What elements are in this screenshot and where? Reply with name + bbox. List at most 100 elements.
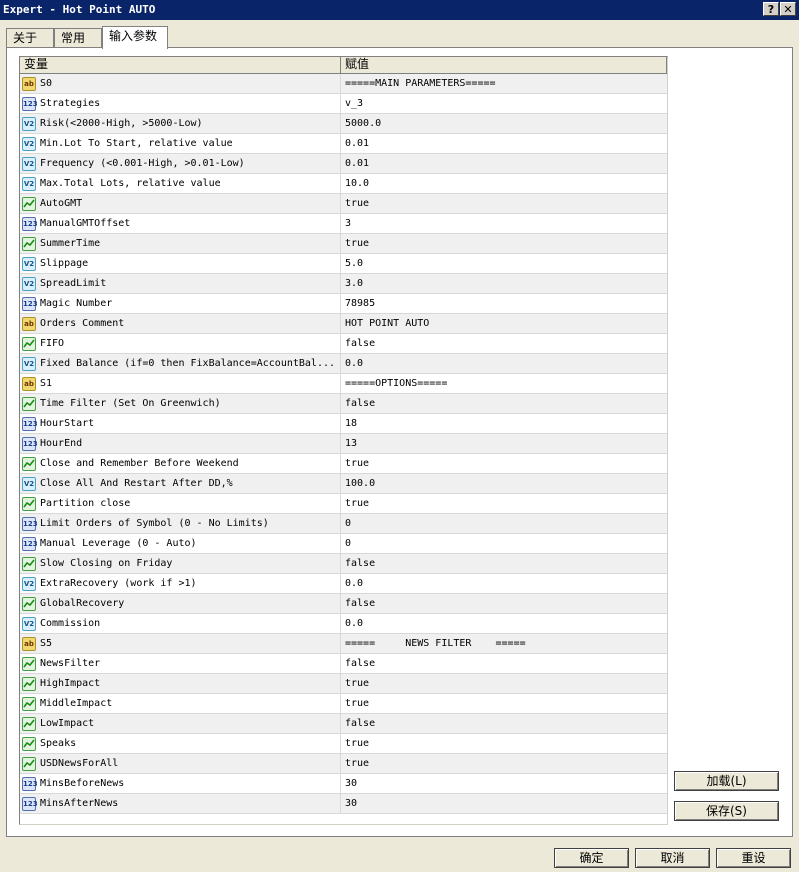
param-value[interactable]: 0.0 <box>341 574 667 593</box>
load-button[interactable]: 加载(L) <box>674 771 779 791</box>
param-row[interactable]: MiddleImpact true <box>20 694 667 714</box>
string-type-icon: ab <box>22 636 36 651</box>
param-row[interactable]: HighImpact true <box>20 674 667 694</box>
param-row[interactable]: ab S1 =====OPTIONS===== <box>20 374 667 394</box>
param-row[interactable]: USDNewsForAll true <box>20 754 667 774</box>
param-row[interactable]: V2 SpreadLimit 3.0 <box>20 274 667 294</box>
header-variable[interactable]: 变量 <box>20 57 341 73</box>
param-row[interactable]: V2 Slippage 5.0 <box>20 254 667 274</box>
param-row[interactable]: V2 Commission 0.0 <box>20 614 667 634</box>
param-value[interactable]: true <box>341 674 667 693</box>
param-name-cell: V2 Max.Total Lots, relative value <box>20 174 341 193</box>
param-value[interactable]: false <box>341 654 667 673</box>
param-name: Commission <box>40 618 101 629</box>
param-value[interactable]: 100.0 <box>341 474 667 493</box>
ok-button[interactable]: 确定 <box>554 848 629 868</box>
param-value[interactable]: false <box>341 334 667 353</box>
param-row[interactable]: 123 Manual Leverage (0 - Auto) 0 <box>20 534 667 554</box>
param-value[interactable]: 0.01 <box>341 134 667 153</box>
param-row[interactable]: ab Orders Comment HOT POINT AUTO <box>20 314 667 334</box>
param-name: HighImpact <box>40 678 101 689</box>
param-row[interactable]: 123 Limit Orders of Symbol (0 - No Limits… <box>20 514 667 534</box>
param-row[interactable]: 123 HourEnd 13 <box>20 434 667 454</box>
param-value[interactable]: 0.01 <box>341 154 667 173</box>
param-value[interactable]: =====OPTIONS===== <box>341 374 667 393</box>
header-value[interactable]: 赋值 <box>341 57 667 73</box>
param-value[interactable]: false <box>341 394 667 413</box>
param-value[interactable]: 10.0 <box>341 174 667 193</box>
param-value[interactable]: v_3 <box>341 94 667 113</box>
param-row[interactable]: Speaks true <box>20 734 667 754</box>
param-row[interactable]: 123 MinsBeforeNews 30 <box>20 774 667 794</box>
param-value[interactable]: ===== NEWS FILTER ===== <box>341 634 667 653</box>
param-name: HourStart <box>40 418 95 429</box>
param-value[interactable]: 30 <box>341 774 667 793</box>
param-row[interactable]: SummerTime true <box>20 234 667 254</box>
param-value[interactable]: 78985 <box>341 294 667 313</box>
param-value[interactable]: true <box>341 494 667 513</box>
param-row[interactable]: Partition close true <box>20 494 667 514</box>
param-value[interactable]: 30 <box>341 794 667 813</box>
cancel-button[interactable]: 取消 <box>635 848 710 868</box>
param-row[interactable]: V2 Min.Lot To Start, relative value 0.01 <box>20 134 667 154</box>
param-value[interactable]: =====MAIN PARAMETERS===== <box>341 74 667 93</box>
help-button[interactable]: ? <box>763 2 779 16</box>
param-value[interactable]: true <box>341 234 667 253</box>
param-name: MinsBeforeNews <box>40 778 125 789</box>
param-row[interactable]: GlobalRecovery false <box>20 594 667 614</box>
param-row[interactable]: V2 Close All And Restart After DD,% 100.0 <box>20 474 667 494</box>
parameters-grid[interactable]: 变量 赋值 ab S0 =====MAIN PARAMETERS===== 123 St… <box>19 56 668 825</box>
param-value[interactable]: false <box>341 714 667 733</box>
param-row[interactable]: 123 Magic Number 78985 <box>20 294 667 314</box>
param-row[interactable]: 123 HourStart 18 <box>20 414 667 434</box>
param-row[interactable]: 123 Strategies v_3 <box>20 94 667 114</box>
tab-inputs[interactable]: 输入参数 <box>102 26 168 49</box>
param-value[interactable]: 0 <box>341 534 667 553</box>
param-value[interactable]: 0.0 <box>341 354 667 373</box>
save-button[interactable]: 保存(S) <box>674 801 779 821</box>
param-row[interactable]: V2 Fixed Balance (if=0 then FixBalance=Ac… <box>20 354 667 374</box>
tab-about[interactable]: 关于 <box>6 28 54 48</box>
param-name-cell: Speaks <box>20 734 341 753</box>
param-row[interactable]: AutoGMT true <box>20 194 667 214</box>
param-row[interactable]: LowImpact false <box>20 714 667 734</box>
param-value[interactable]: true <box>341 754 667 773</box>
param-row[interactable]: V2 ExtraRecovery (work if >1) 0.0 <box>20 574 667 594</box>
param-row[interactable]: V2 Max.Total Lots, relative value 10.0 <box>20 174 667 194</box>
reset-button[interactable]: 重设 <box>716 848 791 868</box>
param-row[interactable]: ab S5 ===== NEWS FILTER ===== <box>20 634 667 654</box>
param-row[interactable]: NewsFilter false <box>20 654 667 674</box>
param-value[interactable]: 5000.0 <box>341 114 667 133</box>
param-name-cell: USDNewsForAll <box>20 754 341 773</box>
param-row[interactable]: ab S0 =====MAIN PARAMETERS===== <box>20 74 667 94</box>
param-value[interactable]: false <box>341 594 667 613</box>
boolean-type-icon <box>22 556 36 571</box>
param-value[interactable]: 0.0 <box>341 614 667 633</box>
param-name-cell: HighImpact <box>20 674 341 693</box>
param-value[interactable]: 5.0 <box>341 254 667 273</box>
param-row[interactable]: 123 MinsAfterNews 30 <box>20 794 667 814</box>
param-value[interactable]: true <box>341 694 667 713</box>
param-row[interactable]: V2 Frequency (<0.001-High, >0.01-Low) 0.01 <box>20 154 667 174</box>
param-name: MinsAfterNews <box>40 798 119 809</box>
close-button[interactable]: ✕ <box>780 2 796 16</box>
param-value[interactable]: true <box>341 454 667 473</box>
param-value[interactable]: 18 <box>341 414 667 433</box>
param-value[interactable]: true <box>341 734 667 753</box>
double-type-icon: V2 <box>22 116 36 131</box>
param-row[interactable]: FIFO false <box>20 334 667 354</box>
param-value[interactable]: 3 <box>341 214 667 233</box>
param-value[interactable]: false <box>341 554 667 573</box>
param-name: Risk(<2000-High, >5000-Low) <box>40 118 203 129</box>
param-row[interactable]: Close and Remember Before Weekend true <box>20 454 667 474</box>
param-row[interactable]: Time Filter (Set On Greenwich) false <box>20 394 667 414</box>
param-row[interactable]: V2 Risk(<2000-High, >5000-Low) 5000.0 <box>20 114 667 134</box>
param-value[interactable]: 0 <box>341 514 667 533</box>
param-value[interactable]: 13 <box>341 434 667 453</box>
param-value[interactable]: HOT POINT AUTO <box>341 314 667 333</box>
param-value[interactable]: true <box>341 194 667 213</box>
param-value[interactable]: 3.0 <box>341 274 667 293</box>
param-row[interactable]: Slow Closing on Friday false <box>20 554 667 574</box>
tab-common[interactable]: 常用 <box>54 28 102 48</box>
param-row[interactable]: 123 ManualGMTOffset 3 <box>20 214 667 234</box>
